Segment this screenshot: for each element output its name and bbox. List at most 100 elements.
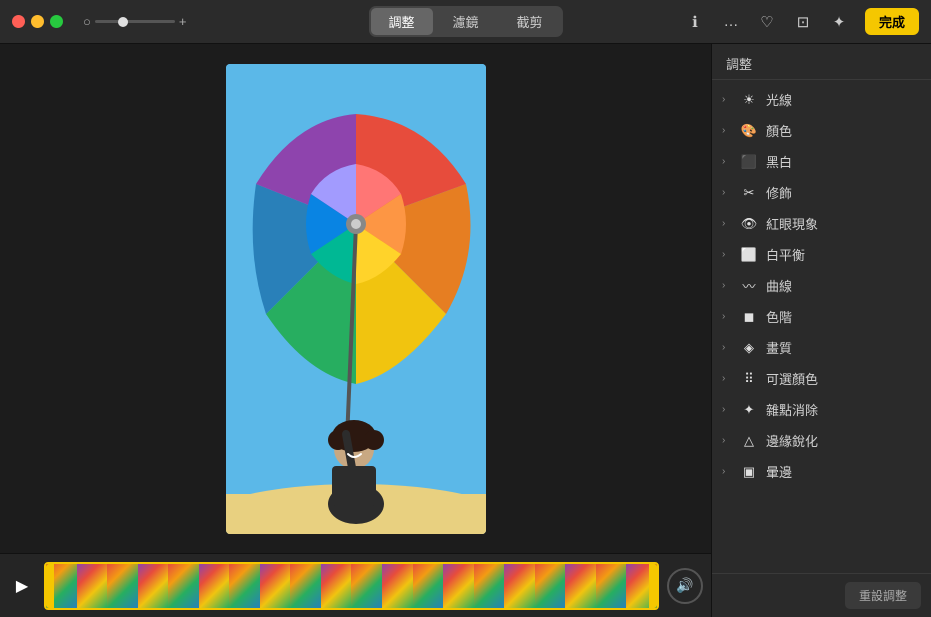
play-button[interactable]: ▶ bbox=[8, 572, 36, 600]
slider-thumb[interactable] bbox=[118, 17, 128, 27]
film-frame bbox=[168, 564, 199, 608]
adj-label-0: 光線 bbox=[766, 90, 792, 109]
umbrella-photo bbox=[226, 64, 486, 534]
chevron-right-icon: › bbox=[722, 342, 732, 353]
done-button[interactable]: 完成 bbox=[865, 8, 919, 35]
chevron-right-icon: › bbox=[722, 280, 732, 291]
adj-icon-10: ✦ bbox=[740, 401, 758, 419]
adjustments-list: › ☀ 光線 › 🎨 顏色 › ⬛ 黑白 › ✂ 修飾 › 👁 紅眼現象 › ⬜… bbox=[712, 80, 931, 573]
adj-label-10: 雜點消除 bbox=[766, 400, 818, 419]
crop-icon[interactable]: ⊡ bbox=[793, 12, 813, 32]
adjustment-item-1[interactable]: › 🎨 顏色 bbox=[712, 115, 931, 146]
adj-label-2: 黑白 bbox=[766, 152, 792, 171]
close-button[interactable] bbox=[12, 15, 25, 28]
adj-icon-12: ▣ bbox=[740, 463, 758, 481]
slider-track[interactable] bbox=[95, 20, 175, 23]
panel-title: 調整 bbox=[712, 44, 931, 80]
right-panel: 調整 › ☀ 光線 › 🎨 顏色 › ⬛ 黑白 › ✂ 修飾 › 👁 紅眼現象 … bbox=[711, 44, 931, 617]
titlebar: ○ + 調整 濾鏡 截剪 ℹ … ♡ ⊡ ✦ 完成 bbox=[0, 0, 931, 44]
film-frame bbox=[290, 564, 321, 608]
adjustment-item-0[interactable]: › ☀ 光線 bbox=[712, 84, 931, 115]
adj-icon-8: ◈ bbox=[740, 339, 758, 357]
more-icon[interactable]: … bbox=[721, 12, 741, 32]
film-frame bbox=[260, 564, 291, 608]
center-tabs: 調整 濾鏡 截剪 bbox=[368, 6, 562, 37]
photo-frame bbox=[226, 64, 486, 534]
adj-icon-7: ◼ bbox=[740, 308, 758, 326]
chevron-right-icon: › bbox=[722, 249, 732, 260]
chevron-right-icon: › bbox=[722, 156, 732, 167]
photo-area: ▶ bbox=[0, 44, 711, 617]
adj-icon-2: ⬛ bbox=[740, 153, 758, 171]
adj-icon-5: ⬜ bbox=[740, 246, 758, 264]
chevron-right-icon: › bbox=[722, 125, 732, 136]
film-frame bbox=[565, 564, 596, 608]
brightness-max-icon: + bbox=[179, 14, 187, 29]
filmstrip-wrapper[interactable] bbox=[44, 562, 659, 610]
film-frame bbox=[596, 564, 627, 608]
brightness-min-icon: ○ bbox=[83, 14, 91, 29]
adj-icon-6: 〰 bbox=[740, 277, 758, 295]
film-frame bbox=[138, 564, 169, 608]
volume-icon: 🔊 bbox=[676, 577, 693, 594]
adj-label-6: 曲線 bbox=[766, 276, 792, 295]
toolbar-right: ℹ … ♡ ⊡ ✦ 完成 bbox=[685, 8, 919, 35]
film-frame bbox=[199, 564, 230, 608]
adjustment-item-8[interactable]: › ◈ 畫質 bbox=[712, 332, 931, 363]
film-frame bbox=[77, 564, 108, 608]
filmstrip-handle-left[interactable] bbox=[46, 564, 54, 608]
film-frame bbox=[504, 564, 535, 608]
tab-adjust[interactable]: 調整 bbox=[370, 8, 432, 35]
chevron-right-icon: › bbox=[722, 94, 732, 105]
film-frame bbox=[107, 564, 138, 608]
brightness-slider[interactable]: ○ + bbox=[83, 14, 186, 29]
adjustment-item-6[interactable]: › 〰 曲線 bbox=[712, 270, 931, 301]
chevron-right-icon: › bbox=[722, 311, 732, 322]
filmstrip-handle-right[interactable] bbox=[649, 564, 657, 608]
chevron-right-icon: › bbox=[722, 466, 732, 477]
filmstrip-bar: ▶ bbox=[0, 553, 711, 617]
adj-label-9: 可選顏色 bbox=[766, 369, 818, 388]
film-frame bbox=[351, 564, 382, 608]
adjustment-item-5[interactable]: › ⬜ 白平衡 bbox=[712, 239, 931, 270]
volume-button[interactable]: 🔊 bbox=[667, 568, 703, 604]
film-frame bbox=[321, 564, 352, 608]
adjustment-item-3[interactable]: › ✂ 修飾 bbox=[712, 177, 931, 208]
tab-crop[interactable]: 截剪 bbox=[499, 8, 561, 35]
adj-label-7: 色階 bbox=[766, 307, 792, 326]
adj-icon-3: ✂ bbox=[740, 184, 758, 202]
minimize-button[interactable] bbox=[31, 15, 44, 28]
adjustment-item-11[interactable]: › △ 邊緣銳化 bbox=[712, 425, 931, 456]
adjustment-item-9[interactable]: › ⠿ 可選顏色 bbox=[712, 363, 931, 394]
adjustment-item-12[interactable]: › ▣ 暈邊 bbox=[712, 456, 931, 487]
adjustment-item-7[interactable]: › ◼ 色階 bbox=[712, 301, 931, 332]
heart-icon[interactable]: ♡ bbox=[757, 12, 777, 32]
photo-display bbox=[0, 44, 711, 553]
adj-icon-4: 👁 bbox=[740, 215, 758, 233]
panel-footer: 重設調整 bbox=[712, 573, 931, 617]
adjustment-item-2[interactable]: › ⬛ 黑白 bbox=[712, 146, 931, 177]
reset-button[interactable]: 重設調整 bbox=[845, 582, 921, 609]
adj-label-5: 白平衡 bbox=[766, 245, 805, 264]
maximize-button[interactable] bbox=[50, 15, 63, 28]
info-icon[interactable]: ℹ bbox=[685, 12, 705, 32]
adj-label-12: 暈邊 bbox=[766, 462, 792, 481]
main-content: ▶ bbox=[0, 44, 931, 617]
chevron-right-icon: › bbox=[722, 218, 732, 229]
adj-icon-11: △ bbox=[740, 432, 758, 450]
adj-icon-1: 🎨 bbox=[740, 122, 758, 140]
magic-icon[interactable]: ✦ bbox=[829, 12, 849, 32]
chevron-right-icon: › bbox=[722, 404, 732, 415]
window-controls: ○ + bbox=[12, 14, 186, 29]
adj-label-3: 修飾 bbox=[766, 183, 792, 202]
filmstrip-frames bbox=[46, 564, 657, 608]
adjustment-item-4[interactable]: › 👁 紅眼現象 bbox=[712, 208, 931, 239]
film-frame bbox=[229, 564, 260, 608]
adjustment-item-10[interactable]: › ✦ 雜點消除 bbox=[712, 394, 931, 425]
adj-label-4: 紅眼現象 bbox=[766, 214, 818, 233]
adj-icon-9: ⠿ bbox=[740, 370, 758, 388]
film-frame bbox=[535, 564, 566, 608]
tab-filter[interactable]: 濾鏡 bbox=[434, 8, 496, 35]
film-frame bbox=[382, 564, 413, 608]
film-frame bbox=[474, 564, 505, 608]
